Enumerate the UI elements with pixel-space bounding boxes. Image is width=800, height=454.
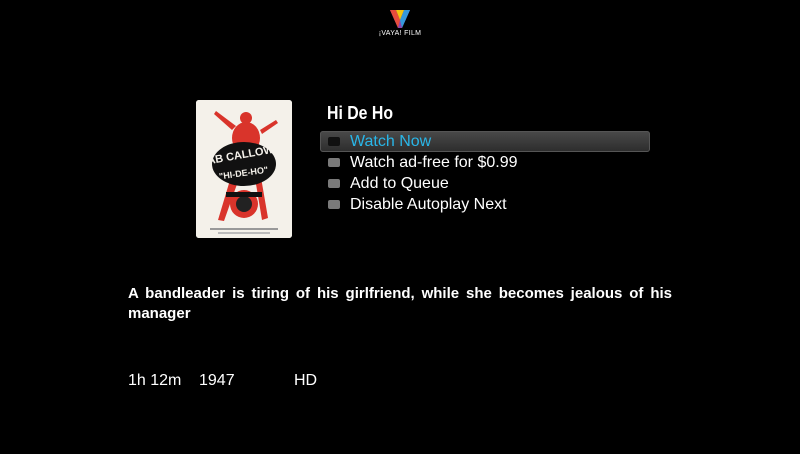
- watch-ad-free-button[interactable]: Watch ad-free for $0.99: [320, 152, 650, 173]
- bullet-icon: [328, 137, 340, 146]
- action-menu: Watch Now Watch ad-free for $0.99 Add to…: [320, 131, 650, 215]
- movie-title: Hi De Ho: [327, 103, 394, 123]
- menu-item-label: Watch Now: [350, 133, 432, 150]
- movie-description: A bandleader is tiring of his girlfriend…: [128, 285, 672, 322]
- poster-artwork: CAB CALLOWAY "HI-DE-HO": [196, 100, 292, 238]
- menu-item-label: Watch ad-free for $0.99: [350, 154, 518, 171]
- disable-autoplay-button[interactable]: Disable Autoplay Next: [320, 194, 650, 215]
- v-logo-icon: [390, 10, 410, 28]
- brand-logo: ¡VAYA! FILM: [360, 10, 440, 37]
- bullet-icon: [328, 158, 340, 167]
- quality-badge: HD: [294, 372, 318, 389]
- add-to-queue-button[interactable]: Add to Queue: [320, 173, 650, 194]
- bullet-icon: [328, 179, 340, 188]
- movie-poster-image: CAB CALLOWAY "HI-DE-HO": [196, 100, 292, 238]
- movie-year: 1947: [199, 372, 235, 389]
- menu-item-label: Disable Autoplay Next: [350, 196, 507, 213]
- bullet-icon: [328, 200, 340, 209]
- brand-name: ¡VAYA! FILM: [378, 30, 422, 37]
- menu-item-label: Add to Queue: [350, 175, 449, 192]
- movie-duration: 1h 12m: [128, 372, 182, 389]
- watch-now-button[interactable]: Watch Now: [320, 131, 650, 152]
